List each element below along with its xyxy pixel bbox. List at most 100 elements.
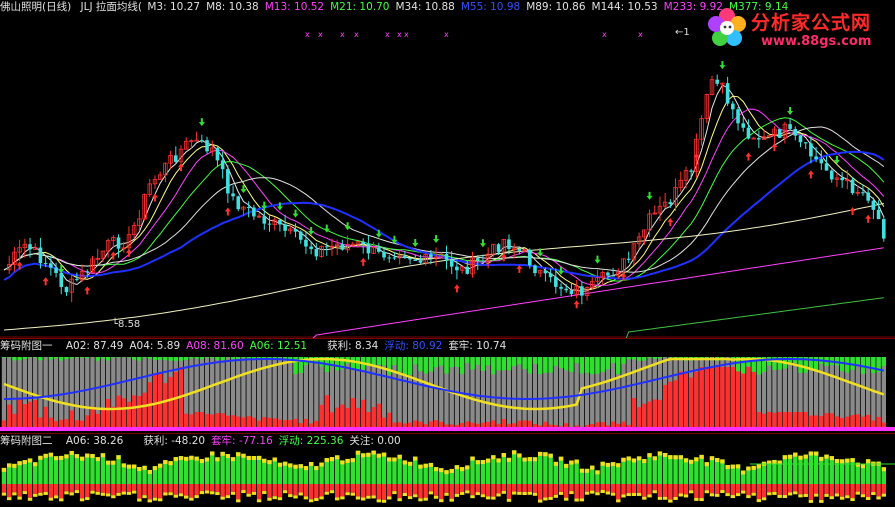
chip2-bar-cap [741, 470, 745, 474]
chip2-bar-cap [17, 461, 21, 465]
buy-arrow-icon [808, 170, 814, 178]
stock-title: 佛山照明(日线) [0, 1, 71, 13]
chip2-bar-cap [486, 459, 490, 463]
chip-bar-green [241, 357, 245, 358]
ma-legend-item-5: M55: 10.98 [461, 1, 520, 13]
chip-bar-red [679, 372, 683, 427]
chip-bar-red [283, 420, 287, 427]
chip2-bar-cap [470, 457, 474, 461]
chip2-bar-red [278, 484, 282, 497]
chip2-bar-base [668, 500, 672, 503]
chip2-bar-base [75, 490, 79, 493]
chip2-bar-base [163, 492, 167, 495]
chip2-bar-base [429, 491, 433, 494]
chip2-bar-red [804, 484, 808, 494]
chip-bar-gray [611, 357, 615, 427]
main-chart-panel[interactable]: 佛山照明(日线) JLJ 拉面均线( M3: 10.27M8: 10.38M13… [0, 0, 895, 338]
chip-bar-gray [465, 357, 469, 427]
buy-arrow-icon [43, 277, 49, 285]
chip-bar-red [309, 423, 313, 427]
chip2-bar-red [621, 484, 625, 494]
chip-bar-green [502, 357, 506, 370]
chip2-bar-red [668, 484, 672, 500]
chip-bar-green [163, 357, 167, 360]
chip2-bar-red [554, 484, 558, 495]
chip2-bar-red [335, 484, 339, 497]
chip2-bar-red [148, 484, 152, 499]
chip2-bar-red [486, 484, 490, 496]
chip-bar-green [574, 357, 578, 363]
chip-bar-green [444, 357, 448, 373]
chip2-bar-cap [502, 453, 506, 457]
chip-bar-green [569, 357, 573, 372]
chip2-bar-cap [148, 470, 152, 474]
chip2-bar-red [658, 484, 662, 497]
chip2-bar-cap [512, 450, 516, 454]
candle-body [778, 129, 782, 138]
chip2-bar-green [470, 457, 474, 484]
chip2-bar-cap [757, 464, 761, 468]
chip2-bar-cap [69, 451, 73, 455]
chip2-bar-red [184, 484, 188, 496]
chip2-bar-base [69, 492, 73, 495]
chip2-bar-base [220, 497, 224, 500]
chip2-bar-green [627, 456, 631, 484]
chip2-bar-green [174, 457, 178, 484]
candle-body [117, 237, 121, 248]
chip2-bar-cap [569, 461, 573, 465]
chip2-bar-cap [564, 464, 568, 468]
chip2-bar-green [819, 457, 823, 484]
chip2-bar-base [153, 498, 157, 501]
chip-bar-red [673, 380, 677, 427]
chip2-bar-base [866, 497, 870, 500]
chip2-bar-base [793, 491, 797, 494]
high-price-label: ←1 [675, 27, 690, 38]
chip-bar-gray [517, 357, 521, 427]
chip-bar-red [616, 424, 620, 427]
chip2-bar-base [189, 498, 193, 501]
chip-chart-1[interactable] [0, 339, 895, 434]
chip2-bar-base [142, 495, 146, 498]
chip-bar-green [647, 357, 651, 358]
chip2-bar-base [710, 493, 714, 496]
chip-bar-red [476, 424, 480, 427]
chip2-bar-cap [507, 458, 511, 462]
chip2-bar-red [397, 484, 401, 498]
candle-body [309, 247, 313, 250]
chip-bar-green [559, 357, 563, 368]
chip2-bar-green [804, 455, 808, 484]
chip-bar-green [486, 357, 490, 365]
chip2-bar-cap [804, 455, 808, 459]
chip2-bar-red [590, 484, 594, 491]
chip-bar-green [554, 357, 558, 366]
chip2-bar-base [632, 493, 636, 496]
chip2-bar-red [772, 484, 776, 492]
chip2-bar-cap [522, 458, 526, 462]
chip2-bar-cap [689, 460, 693, 464]
candle-body [528, 250, 532, 266]
chip2-bar-base [148, 499, 152, 502]
chip2-bar-base [122, 492, 126, 495]
chip-sub-panel-1[interactable]: 筹码附图一 A02: 87.49A04: 5.89A08: 81.60A06: … [0, 338, 895, 434]
chip-bar-red [528, 421, 532, 427]
chip2-bar-base [543, 497, 547, 500]
chip-bar-red [632, 398, 636, 427]
chip2-bar-red [96, 484, 100, 492]
chip-bar-green [153, 357, 157, 360]
chip-bar-red [241, 418, 245, 427]
chip2-bar-base [231, 492, 235, 495]
chip-bar-green [653, 357, 657, 359]
chip-bar-red [590, 424, 594, 427]
chip2-bar-green [673, 455, 677, 484]
chip2-bar-cap [699, 455, 703, 459]
chip-bar-green [33, 357, 37, 358]
chip-bar-green [278, 357, 282, 358]
chip-bar-red [96, 414, 100, 427]
chip2-bar-red [699, 484, 703, 498]
chip-sub-panel-2[interactable]: 筹码附图二 A06: 38.26获利: -48.20套牢: -77.16浮动: … [0, 433, 895, 507]
sell-arrow-icon [480, 239, 486, 247]
chip2-bar-red [824, 484, 828, 494]
chip2-bar-red [720, 484, 724, 490]
chip2-bar-cap [111, 461, 115, 465]
chip2-bar-base [804, 494, 808, 497]
